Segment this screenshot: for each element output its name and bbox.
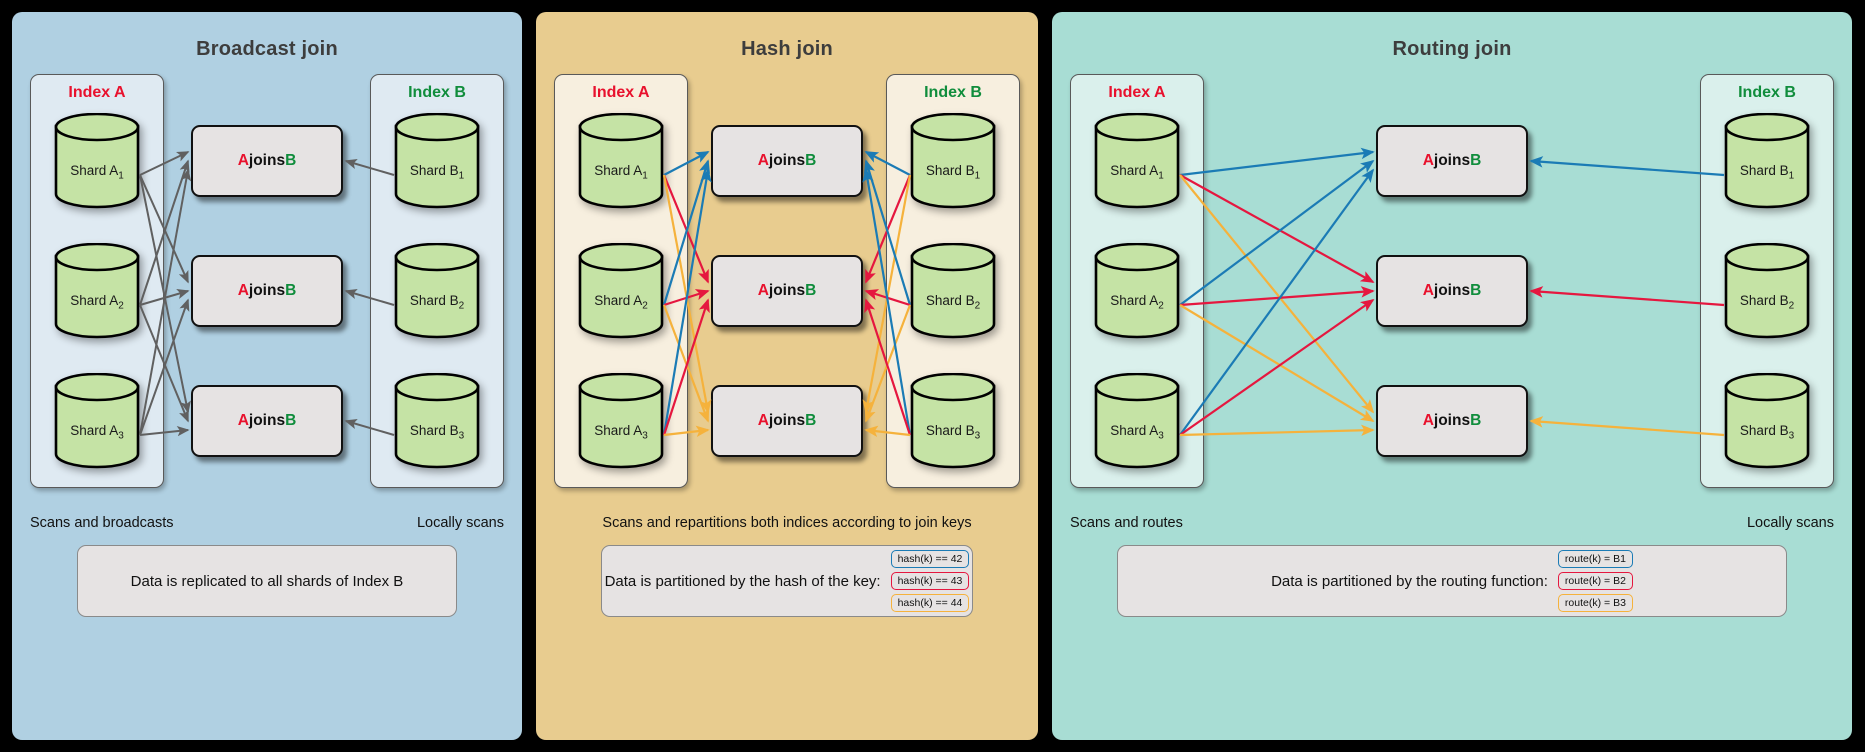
join-a: A [237,282,249,299]
join-a: A [757,152,769,169]
note-text: Data is partitioned by the hash of the k… [604,572,881,590]
join-a: A [1422,282,1434,299]
legend-badges: hash(k) == 42 hash(k) == 43 hash(k) == 44 [890,550,970,612]
join-b: B [285,152,297,169]
join-box-2: A joins B [711,255,863,327]
shard-b3: Shard B3 [394,373,480,469]
shard-b2: Shard B2 [1724,243,1810,339]
join-box-3: A joins B [711,385,863,457]
index-a-label: Index A [592,84,650,101]
join-verb: joins [1433,152,1471,169]
join-box-3: A joins B [191,385,343,457]
join-box-1: A joins B [191,125,343,197]
panel-title: Broadcast join [196,38,338,60]
panel-routing: Routing join Index A Index B Shard A1 Shar… [1052,12,1852,740]
join-box-2: A joins B [191,255,343,327]
join-b: B [1470,152,1482,169]
caption-left: Scans and broadcasts [30,515,174,531]
index-b-label: Index B [924,84,982,101]
join-b: B [805,152,817,169]
legend-badge-2: hash(k) == 43 [890,572,970,590]
shard-b2: Shard B2 [910,243,996,339]
shard-b1: Shard B1 [910,113,996,209]
join-b: B [285,282,297,299]
index-b-label: Index B [1738,84,1796,101]
join-verb: joins [768,412,806,429]
shard-a3: Shard A3 [54,373,140,469]
shard-a1: Shard A1 [1094,113,1180,209]
join-b: B [1470,412,1482,429]
join-a: A [237,152,249,169]
join-verb: joins [248,282,286,299]
note-text: Data is replicated to all shards of Inde… [130,572,404,590]
join-verb: joins [248,412,286,429]
shard-b1: Shard B1 [1724,113,1810,209]
legend-badge-1: route(k) = B1 [1557,550,1633,568]
join-a: A [237,412,249,429]
caption-left: Scans and routes [1070,515,1183,531]
legend-badge-1: hash(k) == 42 [890,550,970,568]
panel-hash: Hash join Index A Index B Shard A1 Shard B… [536,12,1038,740]
join-verb: joins [768,282,806,299]
join-verb: joins [248,152,286,169]
join-a: A [1422,152,1434,169]
index-a-label: Index A [68,84,126,101]
join-box-2: A joins B [1376,255,1528,327]
shard-a3: Shard A3 [578,373,664,469]
join-verb: joins [1433,412,1471,429]
join-a: A [1422,412,1434,429]
legend-badge-3: hash(k) == 44 [890,594,970,612]
caption-right: Locally scans [416,515,504,531]
note-text: Data is partitioned by the routing funct… [1271,572,1548,590]
shard-a2: Shard A2 [54,243,140,339]
join-a: A [757,412,769,429]
join-b: B [805,282,817,299]
shard-a2: Shard A2 [578,243,664,339]
join-b: B [805,412,817,429]
shard-a2: Shard A2 [1094,243,1180,339]
join-box-1: A joins B [711,125,863,197]
join-b: B [1470,282,1482,299]
caption-right: Locally scans [1746,515,1834,531]
index-a-label: Index A [1108,84,1166,101]
join-b: B [285,412,297,429]
legend-badge-2: route(k) = B2 [1557,572,1633,590]
note-box: Data is partitioned by the routing funct… [1117,545,1787,617]
shard-b2: Shard B2 [394,243,480,339]
shard-b3: Shard B3 [1724,373,1810,469]
join-a: A [757,282,769,299]
panel-broadcast: Broadcast join Index A Index B Shard A1 Sh… [12,12,522,740]
shard-b1: Shard B1 [394,113,480,209]
shard-b3: Shard B3 [910,373,996,469]
diagram-canvas: Broadcast join Index A Index B Shard A1 Sh… [0,0,1865,752]
join-box-1: A joins B [1376,125,1528,197]
note-box: Data is partitioned by the hash of the k… [601,545,973,617]
shard-a3: Shard A3 [1094,373,1180,469]
legend-badge-3: route(k) = B3 [1557,594,1633,612]
legend-badges: route(k) = B1 route(k) = B2 route(k) = B3 [1557,550,1633,612]
index-b-label: Index B [408,84,466,101]
shard-a1: Shard A1 [54,113,140,209]
panel-title: Routing join [1392,38,1512,60]
shard-a1: Shard A1 [578,113,664,209]
caption-left: Scans and repartitions both indices acco… [602,515,972,531]
join-box-3: A joins B [1376,385,1528,457]
panel-title: Hash join [741,38,833,60]
join-verb: joins [768,152,806,169]
join-verb: joins [1433,282,1471,299]
note-box: Data is replicated to all shards of Inde… [77,545,457,617]
